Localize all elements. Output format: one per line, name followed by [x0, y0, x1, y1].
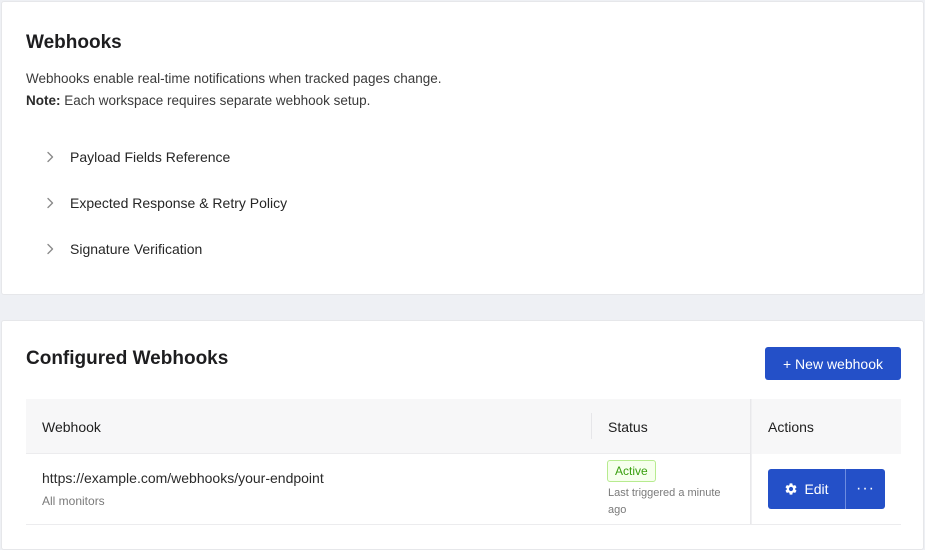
edit-button[interactable]: Edit — [768, 469, 845, 509]
collapse-signature-verification[interactable]: Signature Verification — [40, 239, 202, 259]
status-badge: Active — [607, 460, 656, 482]
page-title: Webhooks — [26, 32, 122, 53]
column-header-actions: Actions — [768, 418, 814, 435]
chevron-right-icon — [40, 239, 60, 259]
webhook-scope: All monitors — [42, 494, 105, 508]
note-text: Each workspace requires separate webhook… — [60, 93, 371, 108]
column-header-status: Status — [608, 418, 648, 435]
webhooks-table: Webhook Status Actions https://example.c… — [26, 399, 901, 525]
webhook-url: https://example.com/webhooks/your-endpoi… — [42, 470, 324, 486]
column-header-webhook: Webhook — [42, 418, 101, 435]
gear-icon — [784, 482, 798, 496]
more-actions-button[interactable]: ··· — [845, 469, 885, 509]
description-text: Webhooks enable real-time notifications … — [26, 71, 442, 86]
chevron-right-icon — [40, 193, 60, 213]
configured-webhooks-card: Configured Webhooks + New webhook Webhoo… — [1, 320, 924, 550]
last-triggered-text: Last triggered a minute ago — [608, 487, 721, 516]
collapse-label: Expected Response & Retry Policy — [70, 195, 288, 211]
table-row: https://example.com/webhooks/your-endpoi… — [26, 454, 901, 525]
section-title: Configured Webhooks — [26, 348, 229, 369]
column-divider — [591, 413, 592, 439]
row-actions-group: Edit ··· — [768, 469, 885, 509]
new-webhook-button[interactable]: + New webhook — [765, 347, 901, 380]
note-line: Note: Each workspace requires separate w… — [26, 90, 442, 112]
collapse-response-retry[interactable]: Expected Response & Retry Policy — [40, 193, 287, 213]
collapse-label: Signature Verification — [70, 241, 203, 257]
chevron-right-icon — [40, 147, 60, 167]
collapse-label: Payload Fields Reference — [70, 149, 231, 165]
note-label: Note: — [26, 93, 61, 108]
edit-label: Edit — [804, 481, 829, 497]
webhooks-info-card: Webhooks Webhooks enable real-time notif… — [1, 1, 924, 295]
collapse-payload-fields[interactable]: Payload Fields Reference — [40, 147, 230, 167]
webhooks-description: Webhooks enable real-time notifications … — [26, 68, 442, 112]
